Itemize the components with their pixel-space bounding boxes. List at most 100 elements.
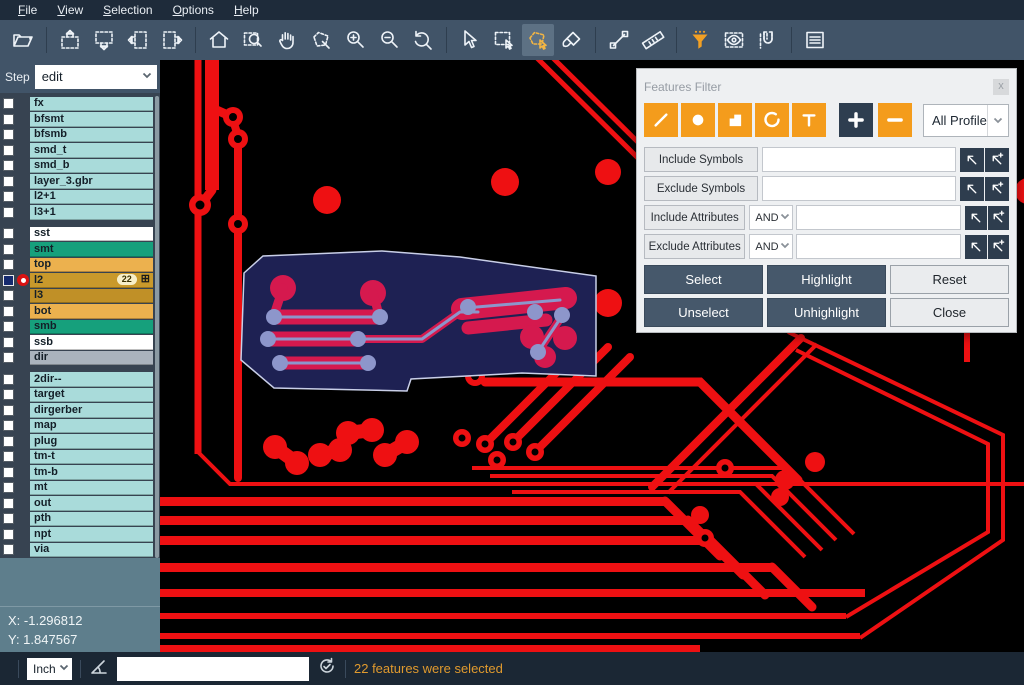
step-select[interactable]: edit — [35, 65, 157, 89]
include-attributes-pick-icon[interactable] — [965, 206, 986, 230]
layer-name[interactable]: bot — [30, 304, 153, 319]
exclude-attributes-button[interactable]: Exclude Attributes — [644, 234, 745, 259]
tool-select-rectangle[interactable] — [488, 24, 520, 56]
layer-visibility-checkbox[interactable] — [3, 451, 14, 462]
tool-view-options[interactable] — [718, 24, 750, 56]
layer-name[interactable]: l3 — [30, 289, 153, 304]
layer-name[interactable]: target — [30, 388, 153, 403]
tool-zoom-polygon[interactable] — [305, 24, 337, 56]
layer-visibility-checkbox[interactable] — [3, 498, 14, 509]
feature-type-line[interactable] — [644, 103, 678, 137]
remove-filter-button[interactable] — [878, 103, 912, 137]
units-select[interactable]: Inch — [27, 658, 72, 680]
exclude-attributes-pick-icon[interactable] — [965, 235, 986, 259]
menu-selection[interactable]: Selection — [93, 0, 162, 20]
tool-features-filter[interactable] — [684, 24, 716, 56]
layer-name[interactable]: plug — [30, 434, 153, 449]
layer-visibility-checkbox[interactable] — [3, 114, 14, 125]
layer-name[interactable]: ssb — [30, 335, 153, 350]
layer-visibility-checkbox[interactable] — [3, 436, 14, 447]
include-symbols-input[interactable] — [762, 147, 956, 172]
tool-pan-up[interactable] — [54, 24, 86, 56]
layer-visibility-checkbox[interactable] — [3, 321, 14, 332]
layer-name[interactable]: smd_b — [30, 159, 153, 174]
layer-name[interactable]: out — [30, 496, 153, 511]
layer-name[interactable]: layer_3.gbr — [30, 174, 153, 189]
include-symbols-pick-add-icon[interactable] — [985, 148, 1009, 172]
layer-visibility-checkbox[interactable] — [3, 420, 14, 431]
refresh-icon[interactable] — [317, 656, 337, 681]
layer-name[interactable]: tm-t — [30, 450, 153, 465]
tool-select-pointer[interactable] — [454, 24, 486, 56]
tool-pan-left[interactable] — [122, 24, 154, 56]
layer-name[interactable]: bfsmt — [30, 112, 153, 127]
layer-visibility-checkbox[interactable] — [3, 191, 14, 202]
menu-file[interactable]: File — [8, 0, 47, 20]
include-attributes-operator-select[interactable]: AND — [749, 205, 793, 230]
close-button[interactable]: Close — [890, 298, 1009, 327]
layer-name[interactable]: dir — [30, 351, 153, 366]
menu-view[interactable]: View — [47, 0, 93, 20]
include-attributes-button[interactable]: Include Attributes — [644, 205, 745, 230]
tool-measure-line[interactable] — [603, 24, 635, 56]
layer-visibility-checkbox[interactable] — [3, 176, 14, 187]
layer-visibility-checkbox[interactable] — [3, 259, 14, 270]
tool-select-polygon[interactable] — [522, 24, 554, 56]
exclude-symbols-pick-icon[interactable] — [960, 177, 984, 201]
layer-visibility-checkbox[interactable] — [3, 405, 14, 416]
tool-pan-hand[interactable] — [271, 24, 303, 56]
layer-name[interactable]: l3+1 — [30, 205, 153, 220]
layer-visibility-checkbox[interactable] — [3, 275, 14, 286]
layer-name[interactable]: smt — [30, 242, 153, 257]
unhighlight-button[interactable]: Unhighlight — [767, 298, 886, 327]
layer-name[interactable]: bfsmb — [30, 128, 153, 143]
menu-options[interactable]: Options — [163, 0, 224, 20]
layer-visibility-checkbox[interactable] — [3, 244, 14, 255]
layer-name[interactable]: sst — [30, 227, 153, 242]
layer-name[interactable]: map — [30, 419, 153, 434]
grid-icon[interactable]: ⊞ — [141, 274, 150, 285]
exclude-symbols-pick-add-icon[interactable] — [985, 177, 1009, 201]
tool-snap-mode[interactable] — [752, 24, 784, 56]
layer-name[interactable]: fx — [30, 97, 153, 112]
tool-layers-panel[interactable] — [799, 24, 831, 56]
layer-name[interactable]: 2dir-- — [30, 372, 153, 387]
layer-visibility-checkbox[interactable] — [3, 129, 14, 140]
highlight-button[interactable]: Highlight — [767, 265, 886, 294]
exclude-symbols-input[interactable] — [762, 176, 956, 201]
layer-visibility-checkbox[interactable] — [3, 544, 14, 555]
close-icon[interactable]: x — [993, 79, 1009, 95]
tool-zoom-out[interactable] — [373, 24, 405, 56]
layer-name[interactable]: via — [30, 543, 153, 558]
tool-pan-down[interactable] — [88, 24, 120, 56]
exclude-attributes-operator-select[interactable]: AND — [749, 234, 793, 259]
feature-type-surface[interactable] — [718, 103, 752, 137]
include-symbols-pick-icon[interactable] — [960, 148, 984, 172]
exclude-symbols-button[interactable]: Exclude Symbols — [644, 176, 758, 201]
feature-type-arc[interactable] — [755, 103, 789, 137]
tool-zoom-previous[interactable] — [407, 24, 439, 56]
layer-visibility-checkbox[interactable] — [3, 290, 14, 301]
unselect-button[interactable]: Unselect — [644, 298, 763, 327]
layer-name[interactable]: smd_t — [30, 143, 153, 158]
tool-zoom-in[interactable] — [339, 24, 371, 56]
layer-name[interactable]: mt — [30, 481, 153, 496]
feature-type-text[interactable] — [792, 103, 826, 137]
layer-visibility-checkbox[interactable] — [3, 529, 14, 540]
exclude-attributes-input[interactable] — [796, 234, 961, 259]
layer-visibility-checkbox[interactable] — [3, 306, 14, 317]
tool-measure-ruler[interactable] — [637, 24, 669, 56]
add-filter-button[interactable] — [839, 103, 873, 137]
tool-paint-select[interactable] — [556, 24, 588, 56]
feature-type-pad[interactable] — [681, 103, 715, 137]
layer-visibility-checkbox[interactable] — [3, 145, 14, 156]
layer-visibility-checkbox[interactable] — [3, 389, 14, 400]
include-attributes-pick-add-icon[interactable] — [988, 206, 1009, 230]
tool-home-view[interactable] — [203, 24, 235, 56]
measure-angle-icon[interactable] — [89, 656, 109, 681]
tool-open-file[interactable] — [7, 24, 39, 56]
layer-name[interactable]: l2+1 — [30, 190, 153, 205]
layer-name[interactable]: dirgerber — [30, 403, 153, 418]
tool-pan-right[interactable] — [156, 24, 188, 56]
select-button[interactable]: Select — [644, 265, 763, 294]
